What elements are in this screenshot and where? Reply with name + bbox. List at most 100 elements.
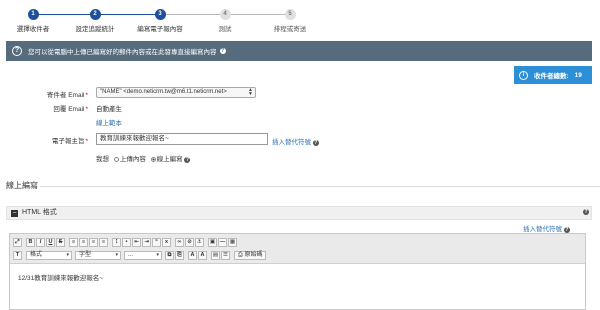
upload-radio[interactable] bbox=[113, 157, 119, 162]
maximize-icon[interactable]: ⤢ bbox=[13, 238, 22, 247]
sender-email-label-text: 寄件者 Email bbox=[46, 92, 85, 99]
step-number: 1 bbox=[27, 9, 39, 20]
wizard-steps: 1 選擇收件者 2 設定追蹤統計 3 編寫電子報內容 4 測試 5 排程或寄送 bbox=[0, 6, 600, 36]
format-combo-text: 格式 bbox=[30, 252, 43, 258]
unlink-icon[interactable]: ⊘ bbox=[185, 238, 194, 247]
chevron-down-icon: ▾ bbox=[66, 252, 69, 258]
image-icon[interactable]: ▣ bbox=[208, 238, 217, 247]
step-label: 設定追蹤統計 bbox=[75, 26, 115, 33]
reply-email-label: 回覆 Email* bbox=[8, 103, 88, 113]
subscript-icon[interactable]: x bbox=[162, 238, 171, 247]
reply-email-label-text: 回覆 Email bbox=[53, 106, 85, 113]
step-1[interactable]: 1 選擇收件者 bbox=[3, 9, 63, 33]
step-number: 5 bbox=[284, 9, 296, 20]
background-color-icon[interactable]: A bbox=[198, 251, 207, 260]
align-center-icon[interactable]: ≡ bbox=[79, 238, 88, 247]
required-marker: * bbox=[85, 106, 88, 113]
step-4[interactable]: 4 測試 bbox=[195, 9, 255, 33]
italic-icon[interactable]: I bbox=[36, 238, 45, 247]
insert-token-link[interactable]: 插入替代符號 ? bbox=[272, 136, 319, 146]
help-icon[interactable]: ? bbox=[184, 157, 191, 163]
required-marker: * bbox=[85, 92, 88, 99]
toolbar-row-1: ⤢ B I U S ≡ ≡ ≡ ≡ ⋮ • ⇤ ⇥ “ x ∞ ⊘ ⚓ ▣ — … bbox=[13, 237, 238, 248]
select-arrows-icon: ▲ ▼ bbox=[248, 87, 253, 97]
subject-label-text: 電子報主旨 bbox=[51, 138, 85, 145]
editor-toolbar: ⤢ B I U S ≡ ≡ ≡ ≡ ⋮ • ⇤ ⇥ “ x ∞ ⊘ ⚓ ▣ — … bbox=[10, 234, 585, 264]
font-combo[interactable]: 字型 ▾ bbox=[75, 251, 121, 260]
info-icon: i bbox=[519, 70, 528, 80]
editor-content[interactable]: 12/31教育訓練來報歡迎報名~ bbox=[18, 272, 103, 282]
bulleted-list-icon[interactable]: • bbox=[122, 238, 131, 247]
align-right-icon[interactable]: ≡ bbox=[89, 238, 98, 247]
upload-radio-label[interactable]: 上傳內容 bbox=[120, 156, 146, 163]
panel-insert-token-link[interactable]: 插入替代符號 ? bbox=[523, 223, 570, 233]
bold-icon[interactable]: B bbox=[26, 238, 35, 247]
help-bar: ? 您可以從電腦中上傳已編寫好的郵件內容或在此發專直接編寫內容 ? bbox=[6, 41, 592, 61]
help-icon[interactable]: ? bbox=[583, 209, 589, 215]
html-format-panel-header[interactable]: − HTML 格式 bbox=[6, 206, 592, 220]
anchor-icon[interactable]: ⚓ bbox=[195, 238, 204, 247]
step-5[interactable]: 5 排程或寄送 bbox=[260, 9, 320, 33]
reply-email-value: 自動產生 bbox=[96, 106, 122, 113]
online-edit-radio[interactable] bbox=[150, 157, 156, 162]
align-justify-icon[interactable]: ≡ bbox=[99, 238, 108, 247]
required-marker: * bbox=[85, 138, 88, 145]
panel-insert-token-text: 插入替代符號 bbox=[523, 226, 562, 233]
question-circle-icon: ? bbox=[12, 46, 22, 56]
font-combo-text: 字型 bbox=[79, 252, 92, 258]
paste-icon[interactable]: ⎘ bbox=[175, 251, 184, 260]
horizontal-rule-icon[interactable]: — bbox=[218, 238, 227, 247]
chevron-down-icon: ▾ bbox=[115, 252, 118, 258]
size-combo-text: ... bbox=[128, 252, 134, 258]
sender-email-value: "NAME" <demo.neticrm.tw@m6.t1.neticrm.ne… bbox=[100, 89, 227, 95]
rich-text-editor: ⤢ B I U S ≡ ≡ ≡ ≡ ⋮ • ⇤ ⇥ “ x ∞ ⊘ ⚓ ▣ — … bbox=[9, 233, 586, 310]
help-icon[interactable]: ? bbox=[312, 140, 319, 146]
insert-token-link-text: 插入替代符號 bbox=[272, 139, 311, 146]
help-text: 您可以從電腦中上傳已編寫好的郵件內容或在此發專直接編寫內容 bbox=[28, 49, 217, 56]
link-icon[interactable]: ∞ bbox=[175, 238, 184, 247]
step-number: 2 bbox=[89, 9, 101, 20]
remove-format-icon[interactable]: T bbox=[13, 251, 22, 260]
indent-icon[interactable]: ⇥ bbox=[142, 238, 151, 247]
table-icon[interactable]: ▦ bbox=[228, 238, 237, 247]
underline-icon[interactable]: U bbox=[46, 238, 55, 247]
recipient-count-box: i 收件者總數: 19 bbox=[514, 66, 592, 84]
recipient-count-label: 收件者總數: bbox=[534, 73, 569, 80]
recipient-count-value: 19 bbox=[574, 71, 582, 79]
subject-input[interactable]: 教育訓練來報歡迎報名~ bbox=[96, 133, 268, 145]
outdent-icon[interactable]: ⇤ bbox=[132, 238, 141, 247]
step-3[interactable]: 3 編寫電子報內容 bbox=[130, 9, 190, 33]
help-icon[interactable]: ? bbox=[219, 48, 226, 54]
sender-email-select[interactable]: "NAME" <demo.neticrm.tw@m6.t1.neticrm.ne… bbox=[96, 87, 256, 98]
step-label: 測試 bbox=[218, 26, 232, 33]
blockquote-icon[interactable]: “ bbox=[152, 238, 161, 247]
step-number: 4 bbox=[219, 9, 231, 20]
toolbar-row-2: T 格式 ▾ 字型 ▾ ... ▾ ⧉ ⎘ A A ▤ ☰ ⎙ 原始碼 bbox=[13, 250, 267, 261]
format-combo[interactable]: 格式 ▾ bbox=[26, 251, 72, 260]
text-color-icon[interactable]: A bbox=[188, 251, 197, 260]
chevron-down-icon: ▾ bbox=[156, 252, 159, 258]
section-divider bbox=[40, 186, 600, 187]
source-button[interactable]: ⎙ 原始碼 bbox=[234, 251, 267, 260]
sender-email-label: 寄件者 Email* bbox=[8, 89, 88, 99]
step-label: 排程或寄送 bbox=[273, 26, 307, 33]
align-left-icon[interactable]: ≡ bbox=[69, 238, 78, 247]
section-title: 線上編寫 bbox=[6, 181, 38, 190]
mode-selector: 我想 上傳內容 線上編寫 ? bbox=[96, 153, 191, 163]
panel-title: HTML 格式 bbox=[22, 209, 57, 216]
numbered-list-icon[interactable]: ⋮ bbox=[112, 238, 121, 247]
step-label: 選擇收件者 bbox=[16, 26, 50, 33]
templates-icon[interactable]: ☰ bbox=[221, 251, 230, 260]
mode-prefix: 我想 bbox=[96, 156, 109, 163]
sample-template-link[interactable]: 線上範本 bbox=[96, 117, 122, 127]
collapse-icon[interactable]: − bbox=[11, 210, 18, 217]
show-blocks-icon[interactable]: ▤ bbox=[211, 251, 220, 260]
size-combo[interactable]: ... ▾ bbox=[124, 251, 162, 260]
online-edit-radio-label[interactable]: 線上編寫 bbox=[157, 156, 183, 163]
strikethrough-icon[interactable]: S bbox=[56, 238, 65, 247]
step-number: 3 bbox=[154, 9, 166, 20]
step-label: 編寫電子報內容 bbox=[137, 26, 183, 33]
source-button-label: 原始碼 bbox=[244, 252, 263, 258]
step-2[interactable]: 2 設定追蹤統計 bbox=[65, 9, 125, 33]
copy-icon[interactable]: ⧉ bbox=[165, 251, 174, 260]
